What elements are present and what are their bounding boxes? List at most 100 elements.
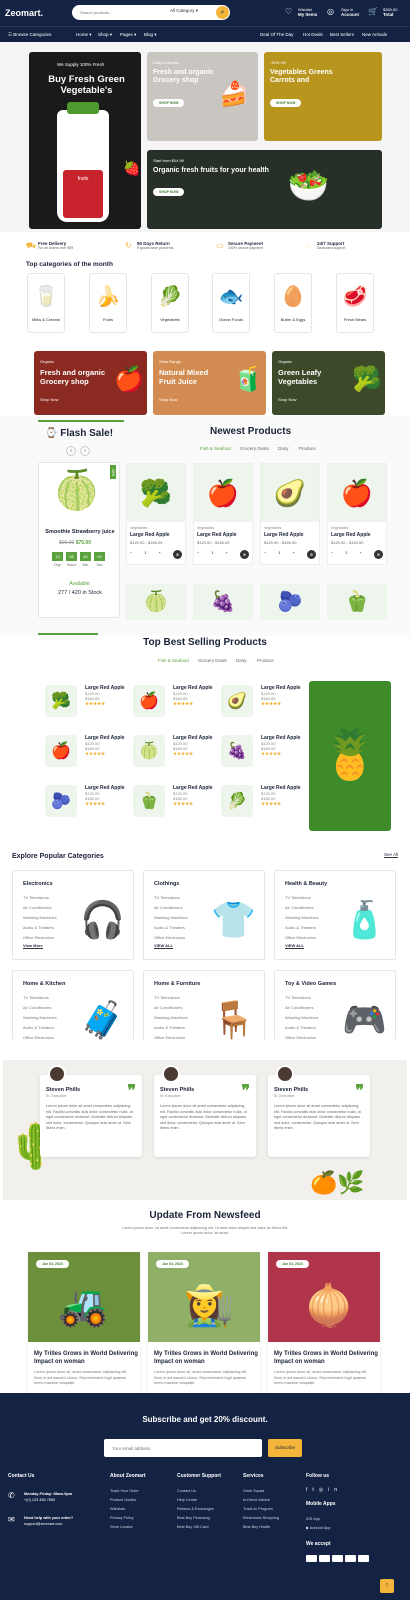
subscribe-button[interactable]: Subscribe xyxy=(268,1439,302,1457)
plus-button[interactable]: + xyxy=(159,550,161,559)
box-link[interactable]: TV Televisions xyxy=(285,893,319,903)
news-title[interactable]: My Trilles Grows in World Delivering Imp… xyxy=(274,1350,379,1366)
qty-value[interactable]: 1 xyxy=(345,550,347,559)
category-eggs[interactable]: 🥚 Butter & Eggs xyxy=(274,273,312,333)
blackberry-icon[interactable]: 🫐 xyxy=(260,584,320,620)
box-link[interactable]: Washing Machines xyxy=(23,1013,57,1023)
product-card[interactable]: 🥑 Vegetables Large Red Apple $120.00 - $160… xyxy=(260,463,320,565)
best-item[interactable]: 🥦 Large Red Apple $120.00 $160.00 ★★★★★ xyxy=(45,680,125,728)
search-input[interactable] xyxy=(80,8,160,17)
minus-button[interactable]: − xyxy=(331,550,333,559)
plus-button[interactable]: + xyxy=(360,550,362,559)
cart-icon[interactable]: ⊕ xyxy=(306,550,316,559)
product-card[interactable]: 🍎 Vegetables Large Red Apple $120.00 - $160… xyxy=(327,463,387,565)
footer-link[interactable]: Wishlists xyxy=(110,1505,146,1514)
category-meats[interactable]: 🥩 Fresh Meats xyxy=(336,273,374,333)
box-link[interactable]: Audio & Theaters xyxy=(23,1023,57,1033)
news-card[interactable]: Jun 03, 2023 👩‍🌾 My Trilles Grows in World… xyxy=(148,1252,260,1402)
qty-value[interactable]: 1 xyxy=(144,550,146,559)
box-link[interactable]: Washing Machines xyxy=(285,913,319,923)
best-tab-produce[interactable]: Produce xyxy=(257,658,274,663)
phone-number[interactable]: +(0) 123 456 7890 xyxy=(24,1498,55,1502)
box-link[interactable]: Office Electronics xyxy=(285,1033,319,1043)
ios-app-link[interactable]: iOS App xyxy=(306,1515,369,1524)
signin-link[interactable]: Sign in Account xyxy=(341,7,359,17)
footer-link[interactable]: Store Locator xyxy=(110,1523,146,1532)
search-button[interactable]: ⌕ xyxy=(216,6,229,19)
box-link[interactable]: Air Conditioners xyxy=(285,1003,319,1013)
best-item[interactable]: 🍎 Large Red Apple $120.00 $160.00 ★★★★★ xyxy=(133,680,213,728)
cart-icon[interactable]: 🛒 xyxy=(368,7,378,16)
box-link[interactable]: Air Conditioners xyxy=(23,903,57,913)
qty-value[interactable]: 1 xyxy=(211,550,213,559)
nav-shop[interactable]: Shop ▾ xyxy=(98,32,112,38)
box-link[interactable]: TV Televisions xyxy=(285,993,319,1003)
newest-tab-dairy[interactable]: Dairy xyxy=(278,446,289,451)
b2-shop-button[interactable]: SHOP NOW xyxy=(270,99,302,107)
footer-link[interactable]: Electronics Recycling xyxy=(243,1514,279,1523)
minus-button[interactable]: − xyxy=(130,550,132,559)
category-box-electronics[interactable]: Electronics TV Televisions Air Conditioner… xyxy=(12,870,134,960)
box-link[interactable]: Office Electronics xyxy=(154,1033,188,1043)
footer-link[interactable]: Product Guides xyxy=(110,1496,146,1505)
box-link[interactable]: Office Electronics xyxy=(285,933,319,943)
newest-tab-grocery[interactable]: Grocery Deals xyxy=(240,446,269,451)
best-item[interactable]: 🫐 Large Red Apple $120.00 $160.00 ★★★★★ xyxy=(45,780,125,828)
product-card[interactable]: 🥦 Vegetables Large Red Apple $120.00 - $160… xyxy=(126,463,186,565)
footer-link[interactable]: Best Buy Health xyxy=(243,1523,279,1532)
best-item[interactable]: 🥑 Large Red Apple $120.00 $160.00 ★★★★★ xyxy=(221,680,301,728)
box-link[interactable]: TV Televisions xyxy=(23,893,57,903)
scroll-top-button[interactable]: ↑ xyxy=(380,1579,394,1593)
nav-pages[interactable]: Pages ▾ xyxy=(120,32,136,38)
qty-value[interactable]: 1 xyxy=(278,550,280,559)
best-item[interactable]: 🍈 Large Red Apple $120.00 $160.00 ★★★★★ xyxy=(133,730,213,778)
footer-link[interactable]: Help Centre xyxy=(177,1496,221,1505)
flash-product-card[interactable]: -30% 🍈 Smoothie Strawberry juice $96.00 … xyxy=(38,462,120,618)
see-all-link[interactable]: See All xyxy=(384,852,399,858)
cart-total[interactable]: $350.00 Total xyxy=(383,7,397,17)
news-card[interactable]: Jun 03, 2023 🧅 My Trilles Grows in World D… xyxy=(268,1252,380,1402)
browse-categories-button[interactable]: ☰ Browse Categories xyxy=(8,32,51,38)
box-link[interactable]: Air Conditioners xyxy=(23,1003,57,1013)
cart-icon[interactable]: ⊕ xyxy=(172,550,182,559)
next-arrow[interactable]: › xyxy=(80,446,90,456)
footer-link[interactable]: Contact Us xyxy=(177,1487,221,1496)
category-box-clothings[interactable]: Clothings TV Televisions Air Conditioners W… xyxy=(143,870,265,960)
best-item[interactable]: 🍎 Large Red Apple $120.00 $160.00 ★★★★★ xyxy=(45,730,125,778)
footer-link[interactable]: Track Your Order xyxy=(110,1487,146,1496)
b1-shop-button[interactable]: SHOP NOW xyxy=(153,99,185,107)
box-link[interactable]: Air Conditioners xyxy=(154,903,188,913)
promo-link[interactable]: Shop Now xyxy=(278,397,296,402)
news-title[interactable]: My Trilles Grows in World Delivering Imp… xyxy=(34,1350,139,1366)
newest-tab-produce[interactable]: Produce xyxy=(299,446,316,451)
box-link[interactable]: Office Electronics xyxy=(23,933,57,943)
promo-juice[interactable]: Wine Range Natural Mixed Fruit Juice Sho… xyxy=(153,351,266,415)
best-item[interactable]: 🫑 Large Red Apple $120.00 $160.00 ★★★★★ xyxy=(133,780,213,828)
box-link[interactable]: Washing Machines xyxy=(154,1013,188,1023)
box-link[interactable]: Air Conditioners xyxy=(285,903,319,913)
box-link[interactable]: Washing Machines xyxy=(23,913,57,923)
box-link[interactable]: Audio & Theaters xyxy=(154,1023,188,1033)
best-tab-dairy[interactable]: Dairy xyxy=(236,658,247,663)
newest-tab-fish[interactable]: Fish & Seafood xyxy=(200,446,231,451)
box-link[interactable]: TV Televisions xyxy=(154,893,188,903)
best-tab-grocery[interactable]: Grocery Deals xyxy=(198,658,227,663)
box-link[interactable]: Air Conditioners xyxy=(154,1003,188,1013)
category-box-toys[interactable]: Toy & Video Games TV Televisions Air Condi… xyxy=(274,970,396,1040)
nav-new-arrivals[interactable]: New Arrivals xyxy=(362,32,387,37)
category-box-health[interactable]: Health & Beauty TV Televisions Air Conditi… xyxy=(274,870,396,960)
view-all-link[interactable]: VIEW ALL xyxy=(154,943,173,949)
box-link[interactable]: TV Televisions xyxy=(154,993,188,1003)
grapes-icon[interactable]: 🍇 xyxy=(193,584,253,620)
b3-shop-button[interactable]: SHOP NOW xyxy=(153,188,185,196)
wishlist-link[interactable]: Wishlist My Items xyxy=(298,7,317,17)
category-box-furniture[interactable]: Home & Furniture TV Televisions Air Condit… xyxy=(143,970,265,1040)
footer-link[interactable]: Trade-In Program xyxy=(243,1505,279,1514)
android-app-link[interactable]: ▶ Android App xyxy=(306,1524,369,1533)
papaya-icon[interactable]: 🍈 xyxy=(126,584,186,620)
box-link[interactable]: Audio & Theaters xyxy=(285,1023,319,1033)
product-card[interactable]: 🍎 Vegetables Large Red Apple $120.00 - $160… xyxy=(193,463,253,565)
best-tab-fish[interactable]: Fish & Seafood xyxy=(158,658,189,663)
box-link[interactable]: Office Electronics xyxy=(154,933,188,943)
box-link[interactable]: Audio & Theaters xyxy=(23,923,57,933)
